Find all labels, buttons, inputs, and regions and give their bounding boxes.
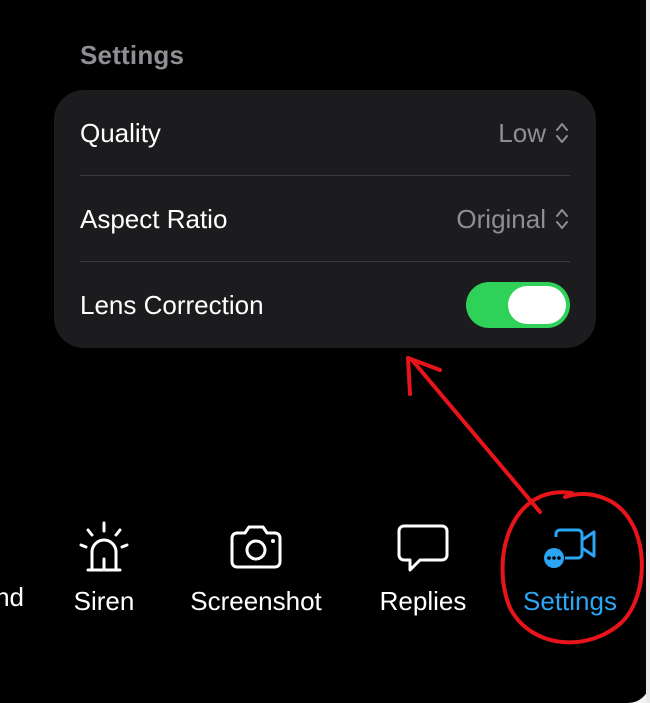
tab-label: nd <box>0 582 24 612</box>
clock-icon <box>0 520 24 568</box>
aspect-ratio-row[interactable]: Aspect Ratio Original <box>80 176 570 262</box>
section-title: Settings <box>80 40 185 70</box>
siren-icon <box>79 521 129 572</box>
quality-row[interactable]: Quality Low <box>80 90 570 176</box>
speech-bubble-icon <box>397 524 449 572</box>
aspect-ratio-picker[interactable]: Original <box>456 204 570 235</box>
tab-screenshot[interactable]: Screenshot <box>180 520 332 617</box>
tab-replies[interactable]: Replies <box>370 520 476 617</box>
tab-siren[interactable]: Siren <box>62 520 146 617</box>
aspect-ratio-value: Original <box>456 203 546 234</box>
tab-settings[interactable]: Settings <box>510 520 630 617</box>
settings-card: Quality Low Aspect Ratio Original Lens C… <box>54 90 596 348</box>
toggle-knob <box>508 286 566 324</box>
quality-picker[interactable]: Low <box>498 118 570 149</box>
annotation-arrow-shaft <box>410 358 542 514</box>
app-screen: Settings Quality Low Aspect Ratio Origin… <box>0 0 650 703</box>
tab-label: Siren <box>73 586 135 616</box>
tab-bar: nd Siren Screenshot Replies Settings <box>0 520 650 630</box>
frame-edge <box>646 0 650 703</box>
annotation-arrow-head <box>406 356 442 396</box>
aspect-ratio-label: Aspect Ratio <box>80 203 228 234</box>
chevron-up-down-icon <box>556 123 568 143</box>
lens-correction-label: Lens Correction <box>80 289 264 320</box>
quality-value: Low <box>498 117 546 148</box>
tab-partial[interactable]: nd <box>0 520 24 613</box>
chevron-up-down-icon <box>556 209 568 229</box>
lens-correction-toggle[interactable] <box>466 282 570 328</box>
tab-label: Replies <box>379 586 467 616</box>
video-settings-icon <box>544 528 596 568</box>
lens-correction-row: Lens Correction <box>80 262 570 348</box>
quality-label: Quality <box>80 117 161 148</box>
tab-label: Settings <box>523 586 617 616</box>
camera-icon <box>230 525 282 569</box>
tab-label: Screenshot <box>190 586 322 616</box>
